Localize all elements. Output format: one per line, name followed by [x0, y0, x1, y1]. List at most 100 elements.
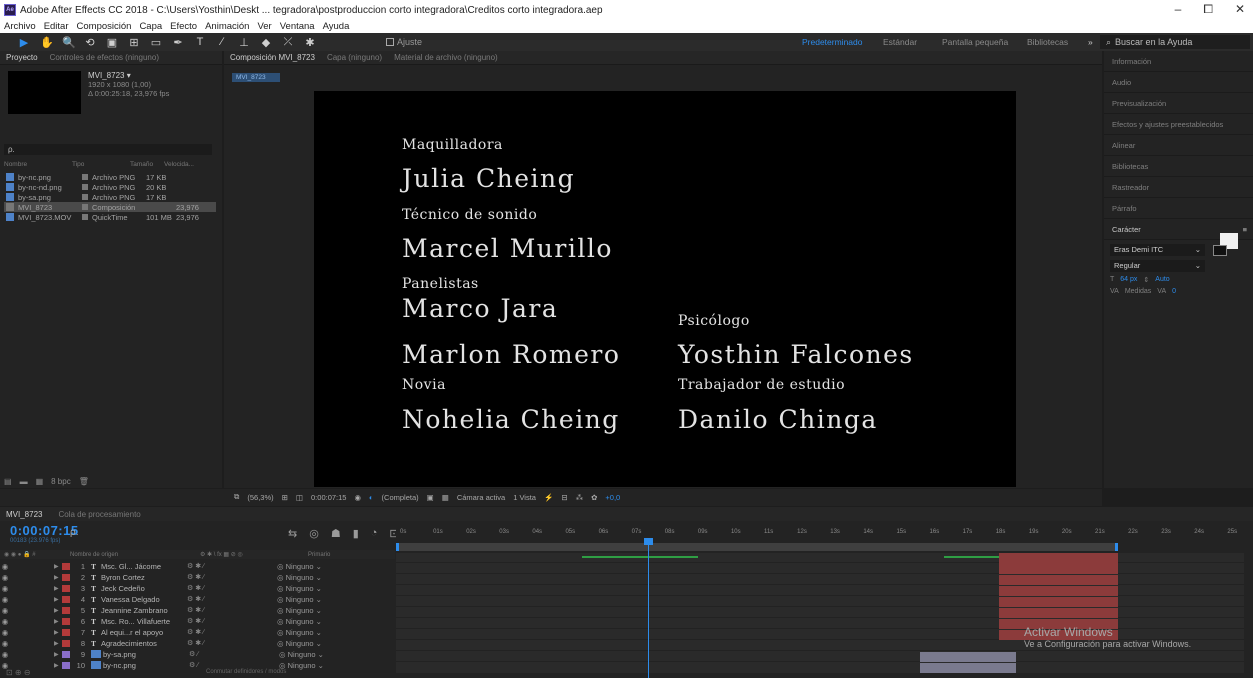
layer-label-color[interactable]	[62, 650, 70, 658]
eye-icon[interactable]: ◉	[0, 595, 10, 604]
trash-icon[interactable]: 🗑	[79, 477, 89, 486]
frame-blending-icon[interactable]: ▮	[353, 527, 359, 540]
layer-switches[interactable]: ⚙ ✱ ∕	[187, 628, 227, 636]
fast-previews-icon[interactable]: ⚡	[544, 493, 553, 502]
layer-switches[interactable]: ⚙ ✱ ∕	[187, 595, 227, 603]
workspace-predeterminado[interactable]: Predeterminado	[802, 33, 862, 51]
layer-bar-3[interactable]	[999, 575, 1118, 585]
layer-bar-5[interactable]	[999, 597, 1118, 607]
layer-tracks[interactable]	[396, 553, 1244, 673]
menu-ventana[interactable]: Ventana	[280, 21, 315, 32]
layer-label-color[interactable]	[62, 628, 70, 636]
layer-name[interactable]: Jeck Cedeño	[101, 584, 187, 593]
reset-exposure-icon[interactable]: ✿	[591, 493, 597, 502]
label-swatch[interactable]	[82, 204, 88, 210]
parent-dropdown[interactable]: ◎ Ninguno ⌄	[277, 584, 337, 593]
source-name-header[interactable]: Nombre de origen	[70, 552, 200, 558]
menu-ayuda[interactable]: Ayuda	[323, 21, 350, 32]
shy-layers-icon[interactable]: ☗	[331, 527, 341, 540]
layer-row[interactable]: ◉ ▶ 6 T Msc. Ro... Villafuerte ⚙ ✱ ∕ ◎ Ninguno…	[0, 616, 395, 626]
expand-triangle-icon[interactable]: ▶	[54, 596, 62, 603]
workspace-bibliotecas[interactable]: Bibliotecas	[1027, 33, 1068, 51]
col-tipo[interactable]: Tipo	[72, 161, 126, 168]
maximize-button[interactable]: ⧠	[1203, 2, 1213, 17]
eye-icon[interactable]: ◉	[0, 650, 10, 659]
tab-capa[interactable]: Capa (ninguno)	[327, 53, 382, 62]
render-time-icon[interactable]: ⊡ ⊕ ⊖	[6, 668, 31, 677]
pan-behind-tool-icon[interactable]: ⊞	[128, 36, 140, 49]
label-swatch[interactable]	[82, 184, 88, 190]
layer-bar-green-2[interactable]	[944, 556, 1000, 558]
comp-mini-flowchart-icon[interactable]: ⇆	[288, 527, 297, 540]
layer-row[interactable]: ◉ ▶ 9 by-sa.png ⚙ ∕ ◎ Ninguno ⌄	[0, 649, 395, 659]
timeline-icon[interactable]: ⊟	[561, 493, 567, 502]
eye-icon[interactable]: ◉	[0, 639, 10, 648]
color-channel-icon[interactable]: ◐	[369, 493, 374, 502]
search-help-field[interactable]: ⌕ Buscar en la Ayuda	[1100, 35, 1250, 49]
tab-material[interactable]: Material de archivo (ninguno)	[394, 53, 498, 62]
layer-label-color[interactable]	[62, 606, 70, 614]
snapshot-icon[interactable]: ◫	[296, 493, 303, 502]
layer-row[interactable]: ◉ ▶ 7 T Al equi...r el apoyo ⚙ ✱ ∕ ◎ Ninguno ⌄	[0, 627, 395, 637]
layer-row[interactable]: ◉ ▶ 5 T Jeannine Zambrano ⚙ ✱ ∕ ◎ Ninguno ⌄	[0, 605, 395, 615]
menu-composicion[interactable]: Composición	[77, 21, 132, 32]
layer-name[interactable]: by-sa.png	[103, 650, 189, 659]
layer-switches[interactable]: ⚙ ✱ ∕	[187, 584, 227, 592]
workspace-estandar[interactable]: Estándar	[883, 33, 917, 51]
tracking-value[interactable]: 0	[1172, 288, 1176, 295]
panel-rastreador[interactable]: Rastreador	[1104, 177, 1253, 198]
work-area-bar[interactable]	[396, 543, 1118, 551]
eye-icon[interactable]: ◉	[0, 628, 10, 637]
layer-name[interactable]: Jeannine Zambrano	[101, 606, 187, 615]
layer-bar-2[interactable]	[999, 564, 1118, 574]
eye-icon[interactable]: ◉	[0, 584, 10, 593]
clone-stamp-tool-icon[interactable]: ⊥	[238, 36, 250, 49]
hand-tool-icon[interactable]: ✋	[40, 36, 54, 49]
layer-bar-6[interactable]	[999, 608, 1118, 618]
menu-animacion[interactable]: Animación	[205, 21, 249, 32]
eye-icon[interactable]: ◉	[0, 573, 10, 582]
transparency-grid-icon[interactable]: ▦	[442, 493, 449, 502]
composition-canvas[interactable]: Maquilladora Julia Cheing Técnico de son…	[314, 91, 1016, 487]
layer-name[interactable]: Msc. Ro... Villafuerte	[101, 617, 187, 626]
layer-bar-9[interactable]	[920, 652, 1016, 662]
comp-info-name[interactable]: MVI_8723 ▾	[88, 71, 169, 80]
expand-triangle-icon[interactable]: ▶	[54, 563, 62, 570]
zoom-dropdown[interactable]: (56,3%)	[247, 493, 273, 502]
layer-name[interactable]: Msc. Gl... Jácome	[101, 562, 187, 571]
layer-switches[interactable]: ⚙ ✱ ∕	[187, 639, 227, 647]
project-item[interactable]: by-nc-nd.png Archivo PNG 20 KB	[4, 182, 216, 192]
layer-switches[interactable]: ⚙ ✱ ∕	[187, 617, 227, 625]
text-tool-icon[interactable]: T	[194, 36, 206, 48]
brush-tool-icon[interactable]: ∕	[216, 36, 228, 48]
selection-tool-icon[interactable]: ▶	[18, 36, 30, 49]
project-item[interactable]: MVI_8723.MOV QuickTime 101 MB 23,976	[4, 212, 216, 222]
new-comp-icon[interactable]: ▦	[36, 477, 44, 486]
layer-bar-4[interactable]	[999, 586, 1118, 596]
interpret-footage-icon[interactable]: ▤	[4, 477, 12, 486]
layer-name[interactable]: Byron Cortez	[101, 573, 187, 582]
safe-zones-icon[interactable]: ⊞	[282, 493, 288, 502]
eraser-tool-icon[interactable]: ◆	[260, 36, 272, 49]
menu-capa[interactable]: Capa	[139, 21, 162, 32]
expand-triangle-icon[interactable]: ▶	[54, 629, 62, 636]
layer-name[interactable]: Agradecimientos	[101, 639, 187, 648]
roto-brush-tool-icon[interactable]: ⤫	[282, 36, 294, 49]
expand-triangle-icon[interactable]: ▶	[54, 640, 62, 647]
camera-tool-icon[interactable]: ▣	[106, 36, 118, 49]
tab-proyecto[interactable]: Proyecto	[6, 53, 38, 62]
font-style-dropdown[interactable]: Regular ⌄	[1110, 260, 1205, 272]
parent-header[interactable]: Primario	[308, 552, 330, 558]
camera-dropdown[interactable]: Cámara activa	[457, 493, 505, 502]
font-size-value[interactable]: 64 px	[1120, 276, 1137, 284]
menu-efecto[interactable]: Efecto	[170, 21, 197, 32]
rotate-tool-icon[interactable]: ⟲	[84, 36, 96, 49]
tab-cola-procesamiento[interactable]: Cola de procesamiento	[58, 510, 140, 519]
label-swatch[interactable]	[82, 174, 88, 180]
eye-icon[interactable]: ◉	[0, 562, 10, 571]
camera-snapshot-icon[interactable]: ◉	[354, 493, 361, 502]
panel-audio[interactable]: Audio	[1104, 72, 1253, 93]
parent-dropdown[interactable]: ◎ Ninguno ⌄	[277, 617, 337, 626]
eye-icon[interactable]: ◉	[0, 606, 10, 615]
layer-label-color[interactable]	[62, 617, 70, 625]
